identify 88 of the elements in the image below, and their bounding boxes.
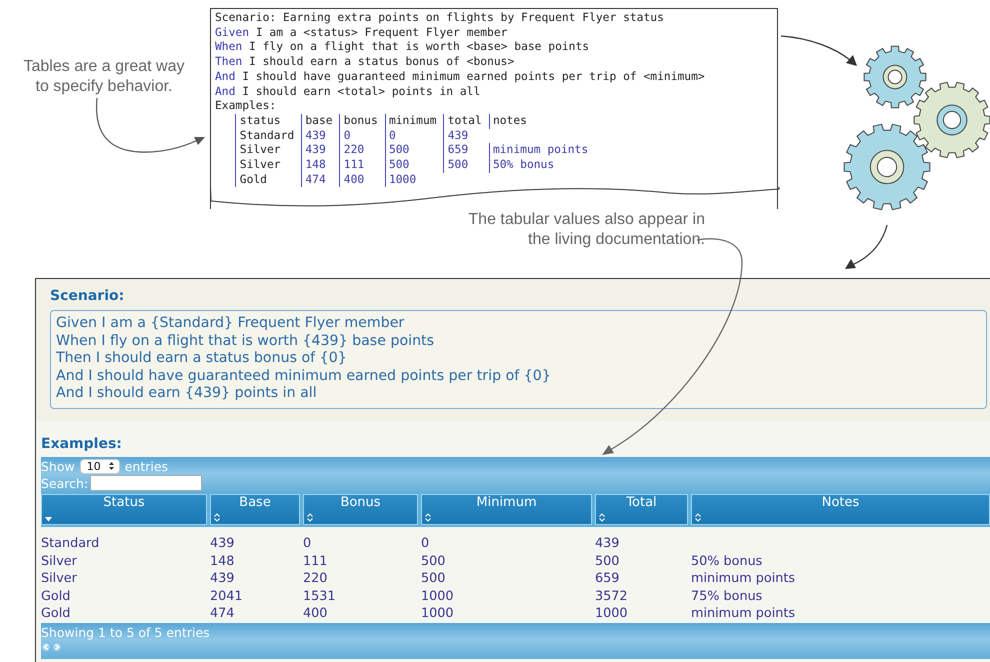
- table-cell-text: 500: [421, 570, 446, 588]
- curved-arrow: [845, 224, 888, 269]
- code-table-cell: 659: [443, 143, 489, 158]
- code-table-cell: 50% bonus: [488, 158, 602, 173]
- scenario-step: And I should earn {439} points in all: [56, 385, 981, 403]
- up-down-caret-icon: [108, 462, 114, 470]
- code-table-cell: Silver: [235, 143, 301, 158]
- entries-label: entries: [124, 458, 168, 474]
- code-table-cell: 439: [300, 128, 340, 144]
- scenario-step: Given I am a {Standard} Frequent Flyer member: [56, 315, 981, 333]
- column-header[interactable]: Status: [41, 494, 207, 525]
- table-cell-text: 1531: [303, 588, 337, 606]
- table-cell-text: 75% bonus: [691, 588, 764, 606]
- column-header[interactable]: Total: [595, 494, 688, 525]
- callout-text: Tables are a great way to specify behavior.: [22, 57, 186, 97]
- table-cell-text: 111: [303, 552, 328, 570]
- table-cell-text: 220: [303, 570, 328, 588]
- code-table-cell: notes: [488, 114, 602, 129]
- search-field[interactable]: [90, 475, 202, 492]
- scenario-step: And I should have guaranteed minimum earned points per trip of {0}: [56, 368, 981, 386]
- table-cell-text: minimum points: [691, 570, 796, 588]
- table-cell-text: 439: [595, 534, 620, 553]
- scenario-step: Then I should earn a status bonus of {0}: [56, 350, 981, 368]
- code-table-cell: 439: [300, 143, 340, 158]
- table-cell-text: 400: [303, 605, 328, 623]
- code-table-cell: 0: [339, 128, 385, 144]
- column-header[interactable]: Notes: [691, 494, 990, 525]
- table-cell-text: 500: [421, 552, 446, 570]
- code-table-cell: 1000: [384, 172, 444, 188]
- code-table-cell: bonus: [339, 114, 385, 129]
- code-line: Scenario: Earning extra points on flights by Frequent Flyer status: [215, 11, 665, 26]
- table-cell-text: 1000: [421, 588, 455, 606]
- code-table-cell: 111: [339, 158, 385, 173]
- column-header[interactable]: Base: [210, 494, 300, 525]
- code-table-cell: 500: [443, 158, 489, 173]
- table-cell-text: 500: [595, 552, 620, 570]
- code-table-cell: Gold: [235, 172, 301, 188]
- next-page-button[interactable]: [52, 642, 62, 652]
- callout-text: The tabular values also appear in the living documentation.: [467, 210, 705, 250]
- table-cell-text: Silver: [41, 570, 78, 588]
- code-line: When I fly on a flight that is worth <base> base points: [215, 40, 590, 56]
- table-cell-text: 1000: [595, 605, 629, 623]
- table-cell-text: 2041: [210, 588, 244, 606]
- section-heading: Examples:: [41, 436, 123, 452]
- table-info: Showing 1 to 5 of 5 entries: [41, 624, 211, 640]
- code-table-cell: minimum points: [488, 143, 602, 158]
- code-line: Given I am a <status> Frequent Flyer member: [215, 26, 508, 40]
- column-header[interactable]: Minimum: [421, 494, 592, 525]
- table-cell-text: Gold: [41, 588, 72, 606]
- code-table-cell: Standard: [235, 128, 301, 144]
- search-label: Search:: [41, 476, 88, 491]
- table-cell-text: 474: [210, 605, 236, 623]
- code-table-cell: total: [443, 114, 489, 129]
- table-cell-text: 3572: [595, 588, 629, 606]
- code-table-cell: Silver: [235, 158, 301, 173]
- code-table-cell: minimum: [384, 114, 444, 129]
- code-table-cell: status: [235, 114, 301, 129]
- table-cell-text: 0: [303, 534, 312, 553]
- show-label: Show: [41, 458, 75, 474]
- code-line: And I should earn <total> points in all: [215, 84, 482, 100]
- code-table-cell: 439: [443, 128, 489, 144]
- table-cell-text: 439: [210, 534, 236, 553]
- page-size-select[interactable]: 10: [80, 458, 120, 474]
- table-cell-text: Standard: [41, 534, 100, 553]
- table-cell-text: 439: [210, 570, 236, 588]
- code-table-cell: 500: [384, 143, 444, 158]
- previous-page-button[interactable]: [41, 642, 51, 652]
- code-table-cell: 500: [384, 158, 444, 173]
- table-cell-text: 0: [421, 534, 430, 553]
- section-heading: Scenario:: [50, 288, 126, 304]
- code-table-cell: base: [300, 114, 340, 129]
- code-table-cell: 220: [339, 143, 385, 158]
- table-cell-text: minimum points: [691, 605, 796, 623]
- scenario-step: When I fly on a flight that is worth {439} base points: [56, 332, 981, 350]
- code-table-cell: 400: [339, 172, 385, 188]
- code-table-cell: 474: [300, 172, 340, 188]
- code-table-cell: 148: [300, 158, 340, 173]
- code-line: And I should have guaranteed minimum earned points per trip of <minimum>: [215, 70, 706, 85]
- code-table-cell: 0: [384, 128, 444, 144]
- table-cell-text: Silver: [41, 552, 78, 570]
- table-cell-text: 148: [210, 552, 236, 570]
- code-line: Then I should earn a status bonus of <bonus>: [215, 55, 516, 70]
- table-cell-text: 50% bonus: [691, 552, 764, 570]
- table-cell-text: 659: [595, 570, 620, 588]
- column-header[interactable]: Bonus: [303, 494, 418, 525]
- table-cell-text: 1000: [421, 605, 455, 623]
- table-cell-text: Gold: [41, 605, 72, 623]
- code-line: Examples:: [215, 99, 278, 114]
